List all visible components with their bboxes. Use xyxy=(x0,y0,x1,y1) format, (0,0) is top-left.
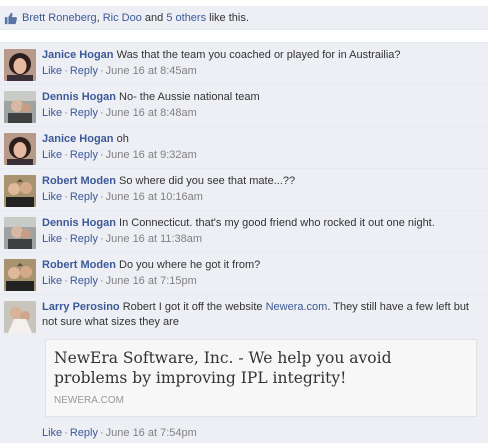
comment-actions: Like · Reply · June 16 at 7:54pm xyxy=(42,426,197,441)
avatar[interactable] xyxy=(4,175,36,207)
comment-text: Robert I got it off the website xyxy=(122,301,263,313)
like-link[interactable]: Like xyxy=(42,191,62,203)
website-link[interactable]: Newera.com xyxy=(266,301,328,313)
reply-link[interactable]: Reply xyxy=(70,107,98,119)
timestamp[interactable]: June 16 at 7:54pm xyxy=(106,427,197,439)
separator-dot: · xyxy=(99,65,104,77)
separator-dot: · xyxy=(64,65,68,77)
reply-link[interactable]: Reply xyxy=(70,191,98,203)
link-preview-domain: NEWERA.COM xyxy=(54,395,124,406)
comment-text: Do you where he got it from? xyxy=(119,259,261,271)
separator-dot: · xyxy=(64,275,68,287)
comment-author[interactable]: Larry Perosino xyxy=(42,301,120,313)
timestamp[interactable]: June 16 at 8:45am xyxy=(106,65,197,77)
separator-dot: · xyxy=(99,149,104,161)
comment-author[interactable]: Dennis Hogan xyxy=(42,91,116,103)
like-link[interactable]: Like xyxy=(42,149,62,161)
likes-conjunction: and xyxy=(144,11,164,24)
separator-dot: · xyxy=(99,275,104,287)
comment-author[interactable]: Robert Moden xyxy=(42,259,116,271)
separator-dot: · xyxy=(64,233,68,245)
comment-text: In Connecticut. that's my good friend wh… xyxy=(119,217,435,229)
timestamp[interactable]: June 16 at 11:38am xyxy=(106,233,202,245)
comment-text: No- the Aussie national team xyxy=(119,91,260,103)
comment-author[interactable]: Janice Hogan xyxy=(42,133,114,145)
comment-thread: Brett Roneberg, Ric Doo and 5 others lik… xyxy=(0,0,492,443)
separator-dot: · xyxy=(99,107,104,119)
link-preview[interactable]: NewEra Software, Inc. - We help you avoi… xyxy=(45,339,477,417)
separator-dot: · xyxy=(64,149,68,161)
like-link[interactable]: Like xyxy=(42,107,62,119)
like-link[interactable]: Like xyxy=(42,65,62,77)
like-link[interactable]: Like xyxy=(42,233,62,245)
comment-item: Janice Hogan oh Like · Reply · June 16 at 9:… xyxy=(0,126,488,168)
comment-item: Robert Moden So where did you see that m… xyxy=(0,168,488,210)
likes-others-link[interactable]: 5 others xyxy=(166,12,206,24)
comment-author[interactable]: Robert Moden xyxy=(42,175,116,187)
avatar[interactable] xyxy=(4,49,36,81)
separator-dot: · xyxy=(99,427,104,439)
separator-dot: · xyxy=(64,427,68,439)
like-link[interactable]: Like xyxy=(42,275,62,287)
reply-link[interactable]: Reply xyxy=(70,149,98,161)
timestamp[interactable]: June 16 at 10:16am xyxy=(106,191,203,203)
timestamp[interactable]: June 16 at 7:15pm xyxy=(106,275,197,287)
comment-author[interactable]: Janice Hogan xyxy=(42,49,114,61)
comment-item: Robert Moden Do you where he got it from… xyxy=(0,252,488,294)
comment-author[interactable]: Dennis Hogan xyxy=(42,217,116,229)
comment-text: So where did you see that mate...?? xyxy=(119,175,296,187)
like-link[interactable]: Like xyxy=(42,427,62,439)
thumbs-up-icon xyxy=(4,12,17,24)
separator-dot: · xyxy=(64,107,68,119)
link-preview-title[interactable]: NewEra Software, Inc. - We help you avoi… xyxy=(54,348,468,388)
reply-link[interactable]: Reply xyxy=(70,427,98,439)
reply-link[interactable]: Reply xyxy=(70,275,98,287)
separator-dot: · xyxy=(99,191,104,203)
liker-separator: , xyxy=(96,11,100,24)
liker-link-1[interactable]: Brett Roneberg xyxy=(22,12,97,24)
comment-text: Was that the team you coached or played … xyxy=(116,49,401,61)
separator-dot: · xyxy=(99,233,104,245)
comment-item: Janice Hogan Was that the team you coach… xyxy=(0,42,488,84)
avatar[interactable] xyxy=(4,217,36,249)
reply-link[interactable]: Reply xyxy=(70,233,98,245)
separator-dot: · xyxy=(64,191,68,203)
likes-summary: Brett Roneberg, Ric Doo and 5 others lik… xyxy=(0,6,488,30)
avatar[interactable] xyxy=(4,301,36,333)
likes-suffix: like this. xyxy=(209,11,249,24)
timestamp[interactable]: June 16 at 8:48am xyxy=(106,107,197,119)
avatar[interactable] xyxy=(4,133,36,165)
comment-text: oh xyxy=(116,133,129,145)
liker-link-2[interactable]: Ric Doo xyxy=(103,12,142,24)
comment-item: Dennis Hogan No- the Aussie national tea… xyxy=(0,84,488,126)
avatar[interactable] xyxy=(4,91,36,123)
reply-link[interactable]: Reply xyxy=(70,65,98,77)
comment-item: Dennis Hogan In Connecticut. that's my g… xyxy=(0,210,488,252)
avatar[interactable] xyxy=(4,259,36,291)
timestamp[interactable]: June 16 at 9:32am xyxy=(106,149,197,161)
